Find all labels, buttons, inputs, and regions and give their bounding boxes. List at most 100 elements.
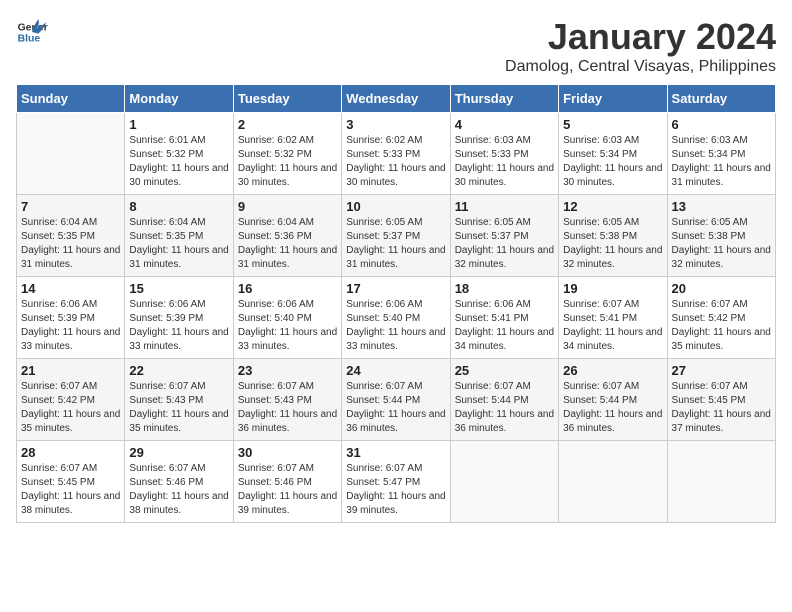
day-header-wednesday: Wednesday: [342, 85, 450, 113]
calendar-cell: 24Sunrise: 6:07 AMSunset: 5:44 PMDayligh…: [342, 359, 450, 441]
day-number: 11: [455, 199, 554, 214]
day-header-sunday: Sunday: [17, 85, 125, 113]
calendar-week-row: 7 Sunrise: 6:04 AMSunset: 5:35 PMDaylight…: [17, 195, 776, 277]
day-number: 26: [563, 363, 662, 378]
day-info: Sunrise: 6:05 AMSunset: 5:38 PMDaylight:…: [563, 216, 662, 272]
calendar-cell: [667, 441, 775, 523]
day-info: Sunrise: 6:04 AMSunset: 5:36 PMDaylight:…: [238, 216, 337, 272]
day-number: 16: [238, 281, 337, 296]
day-info: Sunrise: 6:02 AMSunset: 5:33 PMDaylight:…: [346, 134, 445, 190]
svg-text:Blue: Blue: [18, 34, 41, 45]
day-info: Sunrise: 6:01 AMSunset: 5:32 PMDaylight:…: [129, 134, 228, 190]
day-number: 19: [563, 281, 662, 296]
calendar-cell: 9 Sunrise: 6:04 AMSunset: 5:36 PMDaylight…: [233, 195, 341, 277]
calendar-cell: 10 Sunrise: 6:05 AMSunset: 5:37 PMDayligh…: [342, 195, 450, 277]
day-number: 31: [346, 445, 445, 460]
calendar-cell: 30 Sunrise: 6:07 AMSunset: 5:46 PMDayligh…: [233, 441, 341, 523]
calendar-week-row: 21Sunrise: 6:07 AMSunset: 5:42 PMDayligh…: [17, 359, 776, 441]
calendar-cell: 8Sunrise: 6:04 AMSunset: 5:35 PMDaylight…: [125, 195, 233, 277]
day-number: 13: [672, 199, 771, 214]
day-info: Sunrise: 6:07 AMSunset: 5:46 PMDaylight:…: [238, 462, 337, 518]
calendar-cell: 19Sunrise: 6:07 AMSunset: 5:41 PMDayligh…: [559, 277, 667, 359]
calendar-cell: 25 Sunrise: 6:07 AMSunset: 5:44 PMDayligh…: [450, 359, 558, 441]
day-info: Sunrise: 6:07 AMSunset: 5:43 PMDaylight:…: [129, 380, 228, 436]
calendar-cell: 20 Sunrise: 6:07 AMSunset: 5:42 PMDayligh…: [667, 277, 775, 359]
day-header-saturday: Saturday: [667, 85, 775, 113]
day-number: 10: [346, 199, 445, 214]
day-info: Sunrise: 6:04 AMSunset: 5:35 PMDaylight:…: [21, 216, 120, 272]
calendar-cell: 23 Sunrise: 6:07 AMSunset: 5:43 PMDayligh…: [233, 359, 341, 441]
logo-icon: General Blue: [16, 16, 48, 48]
day-number: 4: [455, 117, 554, 132]
calendar-cell: 3 Sunrise: 6:02 AMSunset: 5:33 PMDaylight…: [342, 113, 450, 195]
calendar-week-row: 28Sunrise: 6:07 AMSunset: 5:45 PMDayligh…: [17, 441, 776, 523]
day-number: 7: [21, 199, 120, 214]
day-info: Sunrise: 6:07 AMSunset: 5:44 PMDaylight:…: [346, 380, 445, 436]
day-info: Sunrise: 6:05 AMSunset: 5:38 PMDaylight:…: [672, 216, 771, 272]
calendar-cell: [559, 441, 667, 523]
calendar-week-row: 14 Sunrise: 6:06 AMSunset: 5:39 PMDayligh…: [17, 277, 776, 359]
calendar-cell: 27 Sunrise: 6:07 AMSunset: 5:45 PMDayligh…: [667, 359, 775, 441]
calendar-cell: 16 Sunrise: 6:06 AMSunset: 5:40 PMDayligh…: [233, 277, 341, 359]
day-number: 15: [129, 281, 228, 296]
day-info: Sunrise: 6:02 AMSunset: 5:32 PMDaylight:…: [238, 134, 337, 190]
day-info: Sunrise: 6:07 AMSunset: 5:44 PMDaylight:…: [563, 380, 662, 436]
day-info: Sunrise: 6:07 AMSunset: 5:45 PMDaylight:…: [21, 462, 120, 518]
calendar-cell: 12 Sunrise: 6:05 AMSunset: 5:38 PMDayligh…: [559, 195, 667, 277]
day-info: Sunrise: 6:06 AMSunset: 5:39 PMDaylight:…: [21, 298, 120, 354]
calendar-cell: [17, 113, 125, 195]
day-number: 27: [672, 363, 771, 378]
day-info: Sunrise: 6:03 AMSunset: 5:33 PMDaylight:…: [455, 134, 554, 190]
day-number: 14: [21, 281, 120, 296]
day-number: 6: [672, 117, 771, 132]
day-info: Sunrise: 6:03 AMSunset: 5:34 PMDaylight:…: [563, 134, 662, 190]
calendar-cell: 5 Sunrise: 6:03 AMSunset: 5:34 PMDaylight…: [559, 113, 667, 195]
title-area: January 2024 Damolog, Central Visayas, P…: [505, 16, 776, 76]
calendar-cell: 4 Sunrise: 6:03 AMSunset: 5:33 PMDaylight…: [450, 113, 558, 195]
day-info: Sunrise: 6:07 AMSunset: 5:46 PMDaylight:…: [129, 462, 228, 518]
calendar-table: SundayMondayTuesdayWednesdayThursdayFrid…: [16, 84, 776, 523]
day-info: Sunrise: 6:07 AMSunset: 5:43 PMDaylight:…: [238, 380, 337, 436]
month-title: January 2024: [505, 16, 776, 58]
day-number: 9: [238, 199, 337, 214]
day-number: 20: [672, 281, 771, 296]
calendar-header-row: SundayMondayTuesdayWednesdayThursdayFrid…: [17, 85, 776, 113]
day-header-thursday: Thursday: [450, 85, 558, 113]
day-info: Sunrise: 6:06 AMSunset: 5:40 PMDaylight:…: [238, 298, 337, 354]
calendar-cell: 26 Sunrise: 6:07 AMSunset: 5:44 PMDayligh…: [559, 359, 667, 441]
day-number: 5: [563, 117, 662, 132]
day-info: Sunrise: 6:07 AMSunset: 5:45 PMDaylight:…: [672, 380, 771, 436]
calendar-cell: 28Sunrise: 6:07 AMSunset: 5:45 PMDayligh…: [17, 441, 125, 523]
calendar-cell: 14 Sunrise: 6:06 AMSunset: 5:39 PMDayligh…: [17, 277, 125, 359]
day-number: 18: [455, 281, 554, 296]
day-number: 30: [238, 445, 337, 460]
day-number: 3: [346, 117, 445, 132]
day-number: 25: [455, 363, 554, 378]
day-number: 29: [129, 445, 228, 460]
calendar-cell: 6 Sunrise: 6:03 AMSunset: 5:34 PMDaylight…: [667, 113, 775, 195]
day-info: Sunrise: 6:07 AMSunset: 5:44 PMDaylight:…: [455, 380, 554, 436]
day-info: Sunrise: 6:07 AMSunset: 5:42 PMDaylight:…: [672, 298, 771, 354]
day-info: Sunrise: 6:05 AMSunset: 5:37 PMDaylight:…: [346, 216, 445, 272]
day-number: 23: [238, 363, 337, 378]
calendar-cell: 31Sunrise: 6:07 AMSunset: 5:47 PMDayligh…: [342, 441, 450, 523]
day-header-friday: Friday: [559, 85, 667, 113]
calendar-cell: 2Sunrise: 6:02 AMSunset: 5:32 PMDaylight…: [233, 113, 341, 195]
day-number: 22: [129, 363, 228, 378]
calendar-cell: 18 Sunrise: 6:06 AMSunset: 5:41 PMDayligh…: [450, 277, 558, 359]
calendar-cell: 15Sunrise: 6:06 AMSunset: 5:39 PMDayligh…: [125, 277, 233, 359]
day-info: Sunrise: 6:03 AMSunset: 5:34 PMDaylight:…: [672, 134, 771, 190]
calendar-cell: [450, 441, 558, 523]
calendar-cell: 22 Sunrise: 6:07 AMSunset: 5:43 PMDayligh…: [125, 359, 233, 441]
day-number: 8: [129, 199, 228, 214]
day-number: 12: [563, 199, 662, 214]
day-number: 1: [129, 117, 228, 132]
location-title: Damolog, Central Visayas, Philippines: [505, 58, 776, 76]
calendar-cell: 29 Sunrise: 6:07 AMSunset: 5:46 PMDayligh…: [125, 441, 233, 523]
calendar-week-row: 1 Sunrise: 6:01 AMSunset: 5:32 PMDaylight…: [17, 113, 776, 195]
day-info: Sunrise: 6:06 AMSunset: 5:41 PMDaylight:…: [455, 298, 554, 354]
calendar-cell: 1 Sunrise: 6:01 AMSunset: 5:32 PMDaylight…: [125, 113, 233, 195]
calendar-cell: 11Sunrise: 6:05 AMSunset: 5:37 PMDayligh…: [450, 195, 558, 277]
page-header: General Blue January 2024 Damolog, Centr…: [16, 16, 776, 76]
day-header-tuesday: Tuesday: [233, 85, 341, 113]
